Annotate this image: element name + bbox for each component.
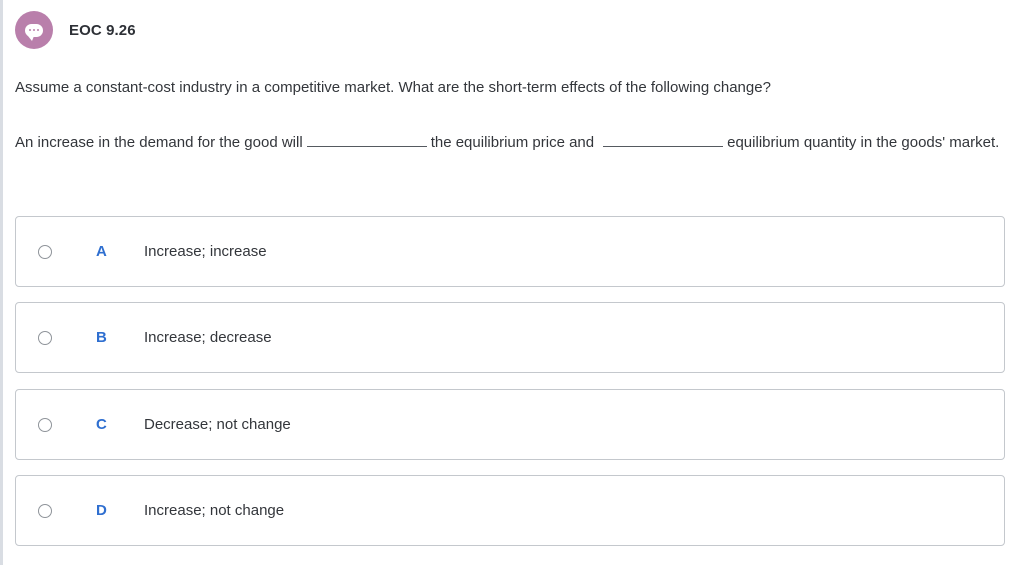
option-b[interactable]: B Increase; decrease: [15, 302, 1005, 373]
left-rule: [0, 0, 3, 565]
question-text: Assume a constant-cost industry in a com…: [15, 79, 771, 96]
blank-2: [603, 133, 724, 147]
option-d[interactable]: D Increase; not change: [15, 475, 1005, 546]
radio-button[interactable]: [38, 504, 52, 518]
option-letter: D: [96, 502, 107, 519]
option-c[interactable]: C Decrease; not change: [15, 389, 1005, 460]
radio-button[interactable]: [38, 245, 52, 259]
option-label: Increase; decrease: [144, 329, 272, 346]
question-header: EOC 9.26: [15, 11, 136, 49]
option-letter: B: [96, 329, 107, 346]
option-label: Increase; increase: [144, 243, 267, 260]
fill-in-prompt: An increase in the demand for the good w…: [15, 130, 1010, 156]
blank-1: [306, 133, 427, 147]
option-label: Decrease; not change: [144, 416, 291, 433]
option-letter: A: [96, 243, 107, 260]
option-label: Increase; not change: [144, 502, 285, 519]
chat-bubble-icon: [15, 11, 53, 49]
option-a[interactable]: A Increase; increase: [15, 216, 1005, 287]
option-letter: C: [96, 416, 107, 433]
radio-button[interactable]: [38, 331, 52, 345]
question-title: EOC 9.26: [69, 21, 136, 39]
prompt-part-2: the equilibrium price and: [430, 134, 595, 151]
prompt-part-3: equilibrium quantity in the goods' marke…: [727, 134, 1000, 151]
prompt-part-1: An increase in the demand for the good w…: [15, 134, 303, 151]
radio-button[interactable]: [38, 418, 52, 432]
